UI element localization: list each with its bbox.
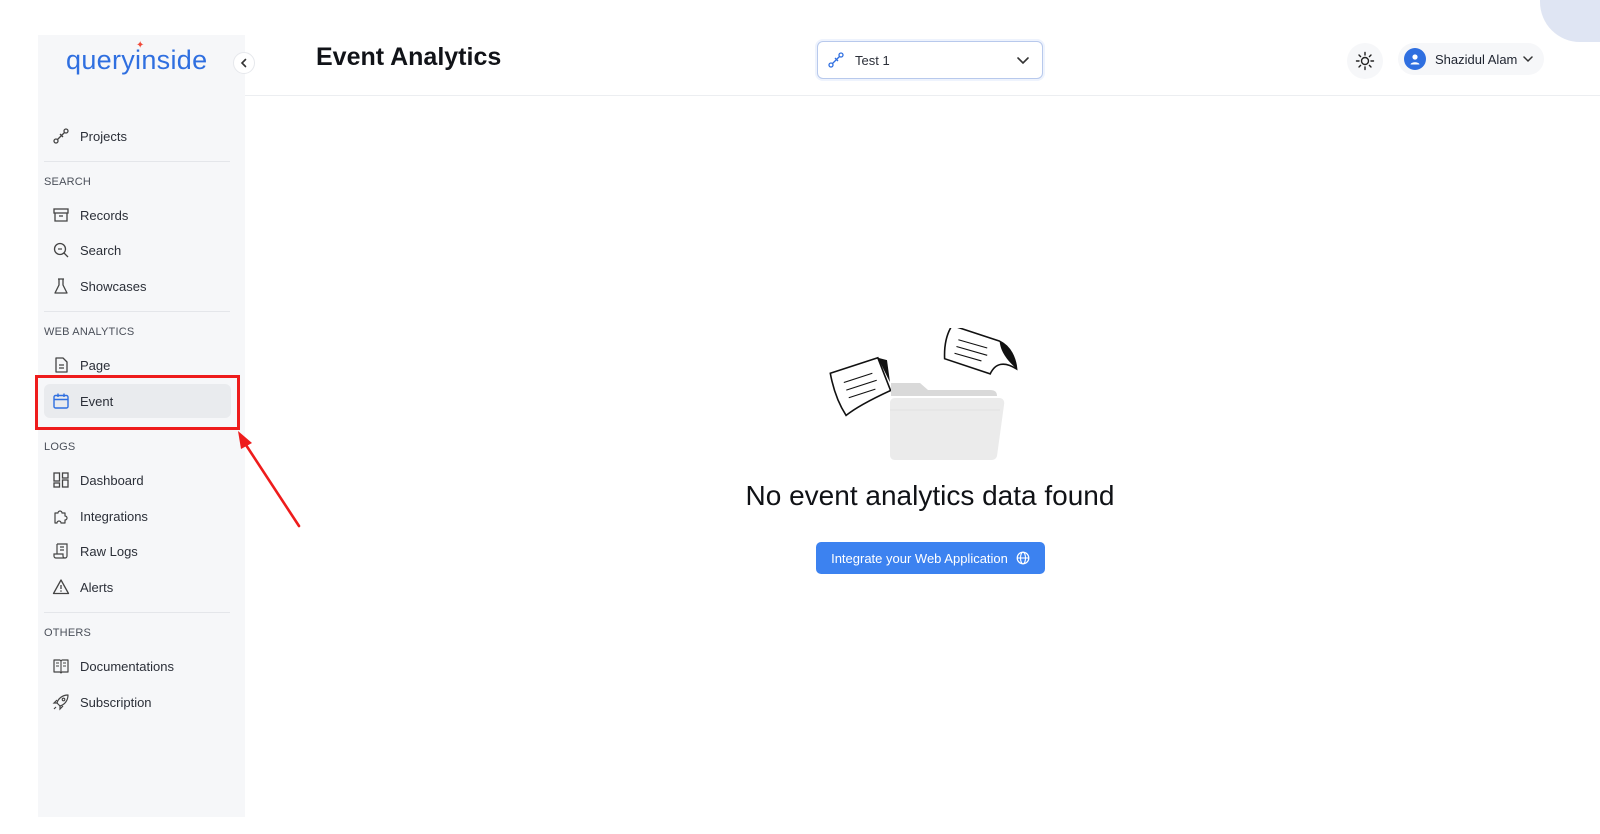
scroll-icon [52,542,70,560]
section-title-others: OTHERS [44,627,92,639]
sidebar-item-label: Projects [80,128,127,144]
flask-icon [52,277,70,295]
alert-triangle-icon [52,578,70,596]
chevron-down-icon [1016,53,1030,67]
sidebar-item-search[interactable]: Search [44,233,231,267]
sidebar-item-label: Search [80,242,122,258]
projects-icon [827,51,845,69]
sidebar-item-documentations[interactable]: Documentations [44,649,231,683]
user-name: Shazidul Alam [1435,51,1518,67]
sidebar-item-label: Documentations [80,658,174,674]
logo[interactable]: queryinside ✦ [66,40,207,76]
page-title: Event Analytics [316,43,502,71]
annotation-arrow-icon [238,431,301,528]
sidebar-item-label: Alerts [80,579,114,595]
section-title-web-analytics: WEB ANALYTICS [44,326,135,338]
sidebar-item-projects[interactable]: Projects [44,119,231,153]
sun-icon [1355,51,1375,71]
rocket-icon [52,693,70,711]
search-icon [52,241,70,259]
user-menu-button[interactable]: Shazidul Alam [1398,43,1544,75]
project-select-value: Test 1 [855,52,890,68]
user-icon [1410,54,1420,65]
sidebar-item-label: Dashboard [80,472,144,488]
sidebar-item-label: Integrations [80,508,148,524]
sidebar-item-integrations[interactable]: Integrations [44,499,231,533]
sidebar-divider [44,612,230,613]
book-icon [52,657,70,675]
projects-icon [52,127,70,145]
sidebar-item-label: Showcases [80,278,147,294]
sidebar-item-label: Records [80,207,129,223]
annotation-highlight-box [35,375,240,430]
chevron-down-icon [1522,53,1534,65]
integrate-web-app-button[interactable]: Integrate your Web Application [816,542,1045,574]
sidebar-item-label: Page [80,357,111,373]
empty-state-message: No event analytics data found [745,480,1115,511]
avatar [1404,48,1426,70]
sidebar-collapse-button[interactable] [233,52,255,74]
sidebar-item-raw-logs[interactable]: Raw Logs [44,534,231,568]
app-root: queryinside ✦ Projects SEARCH Records Se… [0,0,1600,834]
dashboard-icon [52,471,70,489]
section-title-logs: LOGS [44,441,76,453]
sidebar-item-dashboard[interactable]: Dashboard [44,463,231,497]
sidebar-divider [44,311,230,312]
chevron-left-icon [240,58,247,68]
archive-icon [52,206,70,224]
sidebar-item-records[interactable]: Records [44,198,231,232]
section-title-search: SEARCH [44,176,92,188]
sidebar-item-label: Subscription [80,694,152,710]
project-select[interactable]: Test 1 [817,41,1043,79]
logo-spark-icon: ✦ [136,40,145,51]
sidebar-divider [44,161,230,162]
integrate-button-label: Integrate your Web Application [831,550,1008,566]
top-header: Event Analytics Test 1 Shazidul Alam [245,35,1600,96]
puzzle-icon [52,507,70,525]
document-icon [52,356,70,374]
sidebar-item-subscription[interactable]: Subscription [44,685,231,719]
empty-folder-illustration [829,328,1018,460]
sidebar-item-label: Raw Logs [80,543,138,559]
sidebar-item-alerts[interactable]: Alerts [44,570,231,604]
theme-toggle-button[interactable] [1347,43,1383,79]
globe-icon [1016,551,1030,565]
sidebar-item-showcases[interactable]: Showcases [44,269,231,303]
